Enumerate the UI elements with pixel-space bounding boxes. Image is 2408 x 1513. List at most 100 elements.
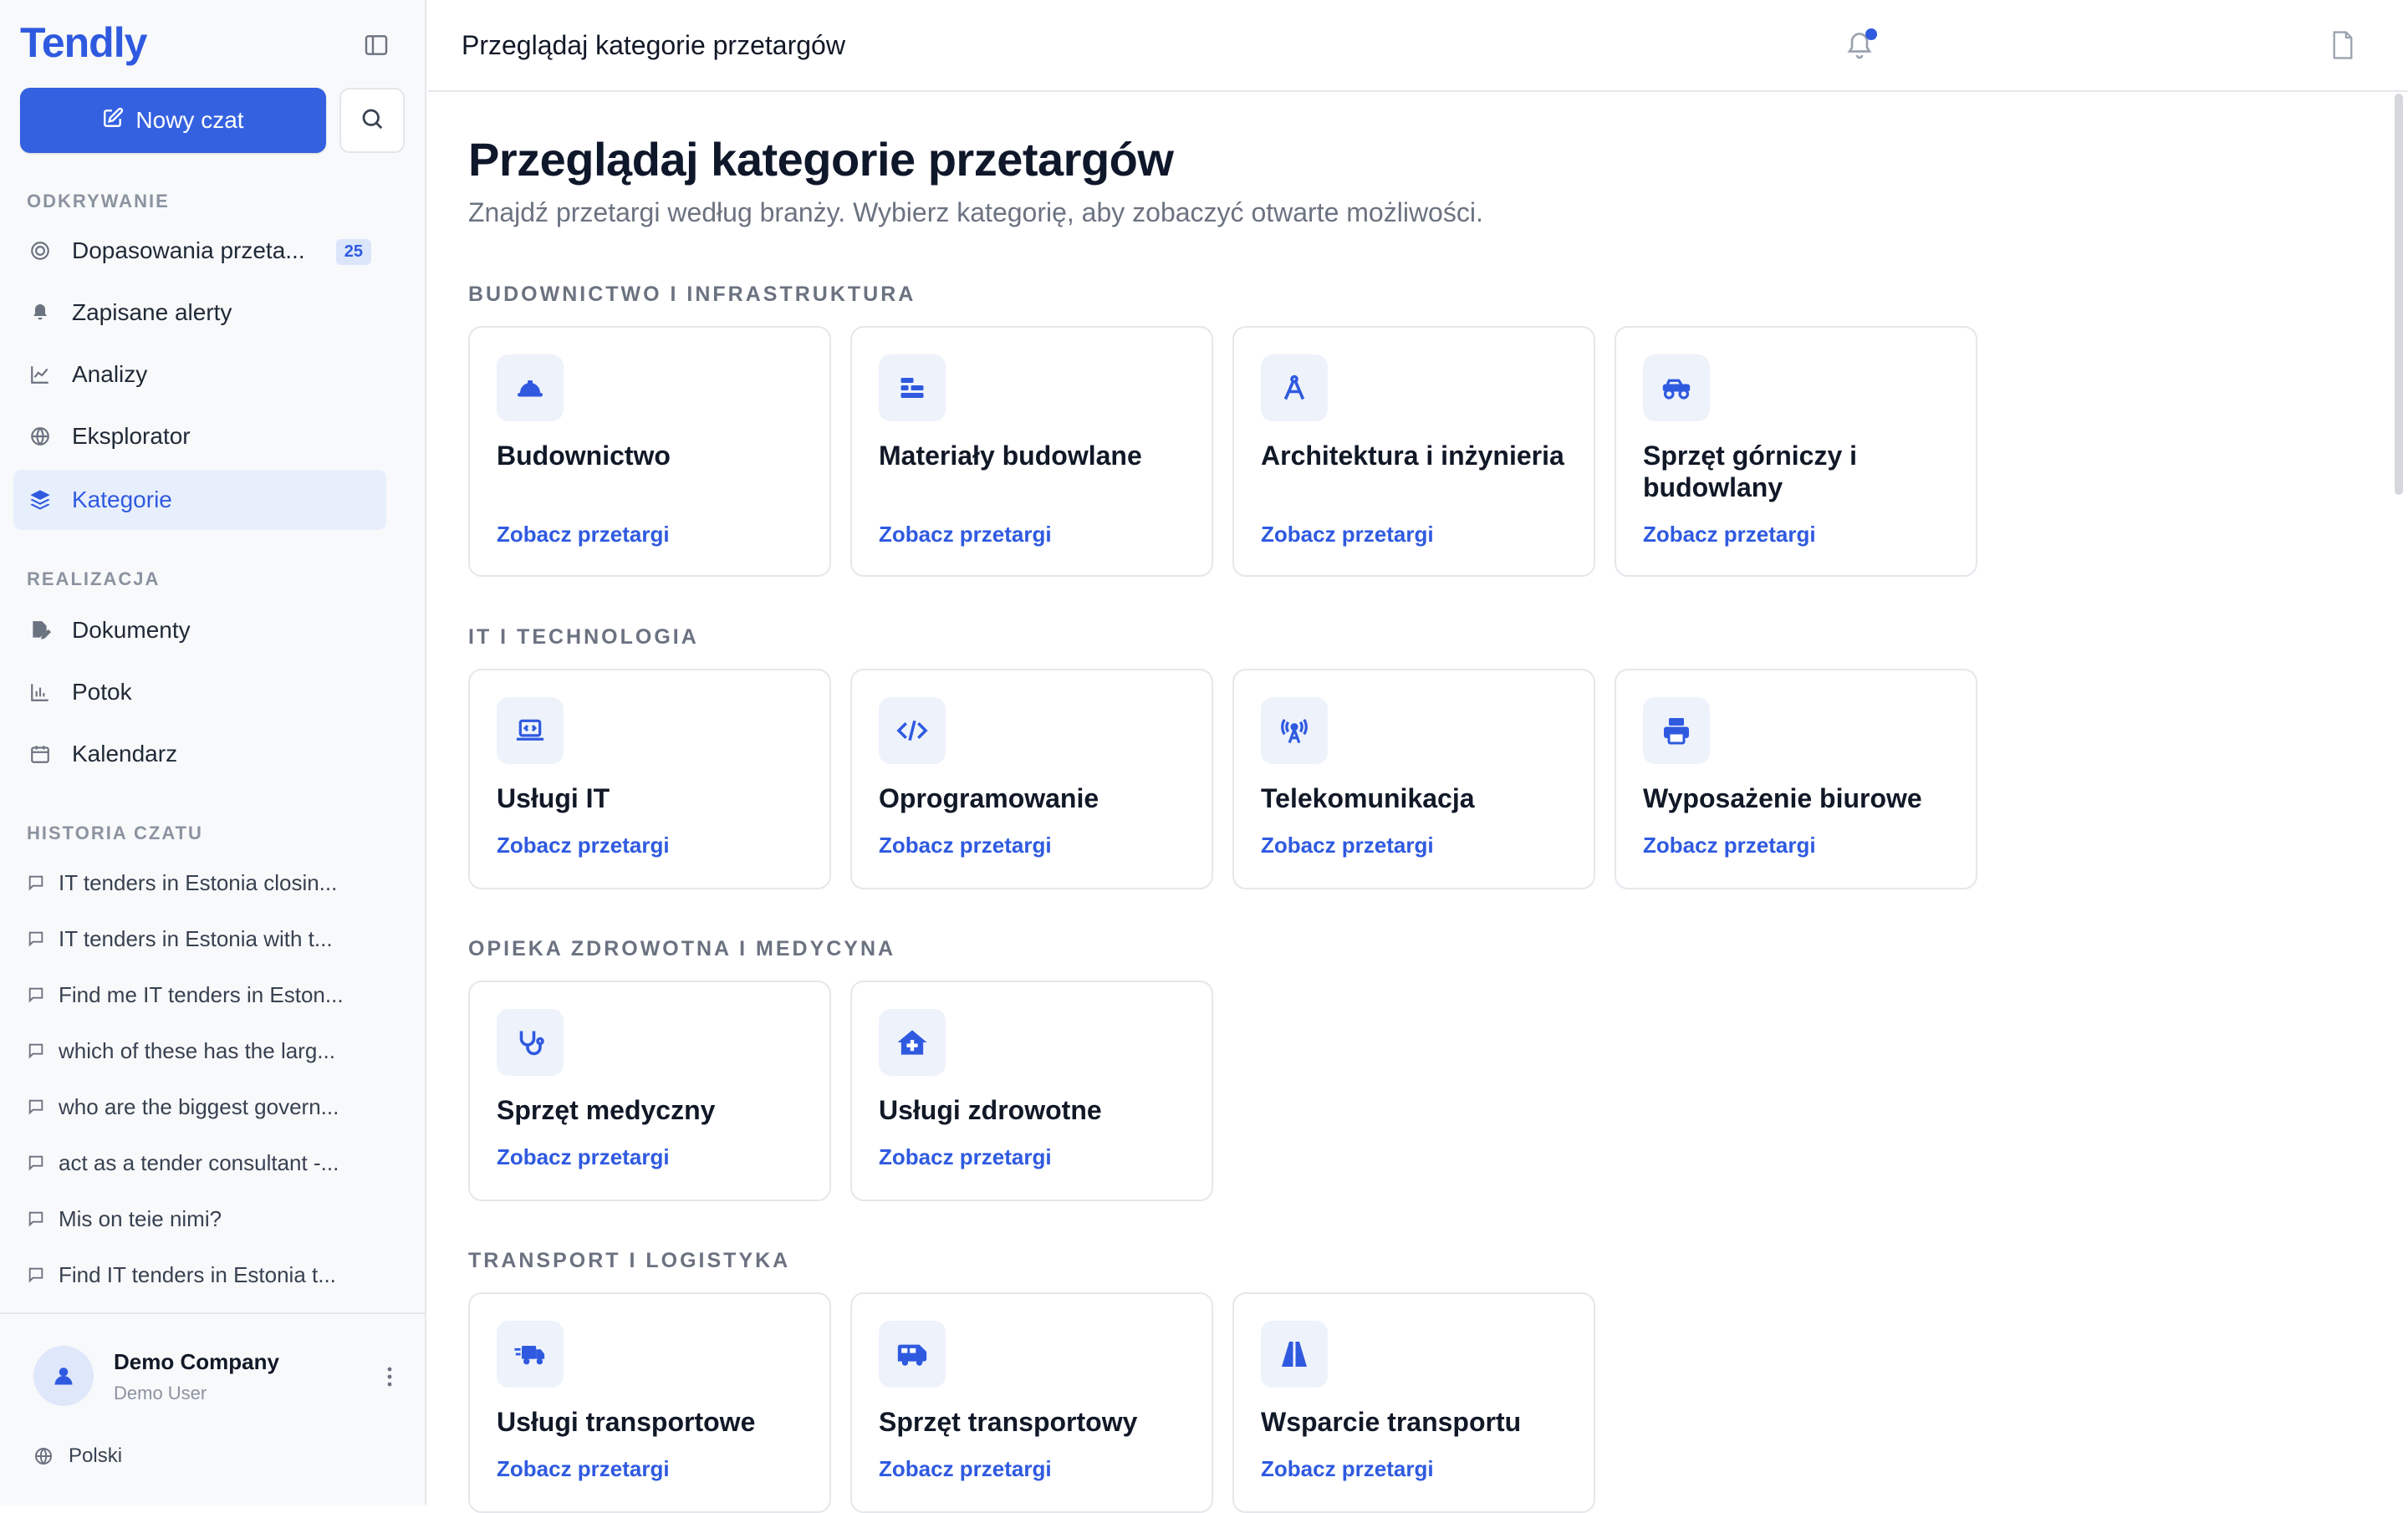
layers-icon	[28, 488, 52, 512]
chat-history-title: Find IT tenders in Estonia t...	[59, 1261, 336, 1287]
van-icon	[879, 1321, 946, 1388]
edit-icon	[102, 107, 124, 135]
stethoscope-icon	[497, 1009, 564, 1076]
category-card-transport-services[interactable]: Usługi transportowe Zobacz przetargi	[468, 1292, 831, 1513]
view-tenders-link[interactable]: Zobacz przetargi	[497, 522, 670, 548]
sidebar-item-saved-alerts[interactable]: Zapisane alerty	[13, 283, 386, 343]
sidebar-item-documents[interactable]: Dokumenty	[13, 600, 386, 660]
sidebar-item-label: Eksplorator	[72, 423, 191, 449]
category-card-medical-equipment[interactable]: Sprzęt medyczny Zobacz przetargi	[468, 981, 831, 1201]
message-icon	[28, 1043, 43, 1059]
category-card-office-equipment[interactable]: Wyposażenie biurowe Zobacz przetargi	[1615, 669, 1977, 889]
message-icon	[28, 1267, 43, 1283]
chat-history-item[interactable]: which of these has the larg...	[27, 1031, 378, 1071]
category-card-telecom[interactable]: Telekomunikacja Zobacz przetargi	[1232, 669, 1595, 889]
calendar-icon	[28, 742, 52, 766]
main-scrollbar[interactable]	[2395, 94, 2403, 495]
view-tenders-link[interactable]: Zobacz przetargi	[497, 1144, 670, 1170]
sidebar-item-label: Dopasowania przeta...	[72, 237, 305, 263]
chat-history-title: act as a tender consultant -...	[59, 1149, 339, 1175]
top-bar: Przeglądaj kategorie przetargów	[428, 0, 2408, 92]
category-heading: TRANSPORT I LOGISTYKA	[468, 1249, 791, 1272]
chat-history-item[interactable]: IT tenders in Estonia closin...	[27, 863, 378, 903]
new-chat-button[interactable]: Nowy czat	[20, 88, 326, 153]
globe-icon	[28, 425, 52, 448]
app-logo[interactable]: Tendly	[20, 18, 147, 67]
message-icon	[28, 1211, 43, 1227]
view-tenders-link[interactable]: Zobacz przetargi	[497, 1456, 670, 1482]
view-tenders-link[interactable]: Zobacz przetargi	[879, 1144, 1052, 1170]
code-icon	[879, 697, 946, 764]
category-heading: BUDOWNICTWO I INFRASTRUKTURA	[468, 283, 916, 306]
company-name: Demo Company	[114, 1349, 279, 1374]
message-icon	[28, 1155, 43, 1171]
category-card-software[interactable]: Oprogramowanie Zobacz przetargi	[850, 669, 1213, 889]
view-tenders-link[interactable]: Zobacz przetargi	[879, 833, 1052, 858]
section-label-discover: ODKRYWANIE	[27, 191, 170, 211]
chat-history-item[interactable]: Mis on teie nimi?	[27, 1199, 378, 1239]
sidebar-item-label: Potok	[72, 679, 132, 705]
view-tenders-link[interactable]: Zobacz przetargi	[1261, 1456, 1434, 1482]
sidebar-item-analytics[interactable]: Analizy	[13, 344, 386, 405]
chat-history-item[interactable]: IT tenders in Estonia with t...	[27, 919, 378, 959]
category-card-health-services[interactable]: Usługi zdrowotne Zobacz przetargi	[850, 981, 1213, 1201]
more-options-icon[interactable]	[380, 1364, 400, 1389]
hard-hat-icon	[497, 354, 564, 421]
view-tenders-link[interactable]: Zobacz przetargi	[1643, 522, 1816, 548]
language-selector[interactable]: Polski	[33, 1444, 122, 1468]
category-card-construction[interactable]: Budownictwo Zobacz przetargi	[468, 326, 831, 577]
sidebar-footer-divider	[0, 1312, 425, 1314]
message-icon	[28, 1099, 43, 1115]
category-card-transport-support[interactable]: Wsparcie transportu Zobacz przetargi	[1232, 1292, 1595, 1513]
sidebar-item-matches[interactable]: Dopasowania przeta... 25	[13, 221, 386, 281]
sidebar-item-label: Dokumenty	[72, 617, 191, 643]
chat-history-item[interactable]: Find me IT tenders in Eston...	[27, 975, 378, 1015]
sidebar-item-pipeline[interactable]: Potok	[13, 662, 386, 722]
avatar[interactable]	[33, 1346, 94, 1406]
notification-dot	[1865, 28, 1877, 40]
category-card-architecture[interactable]: Architektura i inżynieria Zobacz przetar…	[1232, 326, 1595, 577]
truck-monster-icon	[1643, 354, 1710, 421]
chat-history-item[interactable]: act as a tender consultant -...	[27, 1143, 378, 1183]
search-button[interactable]	[339, 88, 405, 153]
document-icon[interactable]	[2329, 30, 2356, 60]
category-name: Usługi transportowe	[497, 1407, 756, 1437]
category-name: Usługi IT	[497, 783, 610, 813]
view-tenders-link[interactable]: Zobacz przetargi	[1261, 833, 1434, 858]
category-heading: OPIEKA ZDROWOTNA I MEDYCYNA	[468, 937, 896, 960]
category-card-building-materials[interactable]: Materiały budowlane Zobacz przetargi	[850, 326, 1213, 577]
sidebar-item-categories[interactable]: Kategorie	[13, 470, 386, 530]
message-icon	[28, 931, 43, 947]
printer-icon	[1643, 697, 1710, 764]
chat-history-item[interactable]: who are the biggest govern...	[27, 1087, 378, 1127]
laptop-code-icon	[497, 697, 564, 764]
chat-history-title: who are the biggest govern...	[59, 1093, 339, 1119]
sidebar-item-label: Kategorie	[72, 487, 172, 512]
category-card-it-services[interactable]: Usługi IT Zobacz przetargi	[468, 669, 831, 889]
sidebar-item-label: Kalendarz	[72, 741, 178, 767]
category-name: Wsparcie transportu	[1261, 1407, 1522, 1437]
category-name: Materiały budowlane	[879, 441, 1142, 471]
sidebar-toggle-icon[interactable]	[363, 32, 390, 59]
target-icon	[28, 239, 52, 262]
page-subtitle: Znajdź przetargi według branży. Wybierz …	[468, 197, 1483, 227]
category-name: Oprogramowanie	[879, 783, 1099, 813]
view-tenders-link[interactable]: Zobacz przetargi	[1643, 833, 1816, 858]
view-tenders-link[interactable]: Zobacz przetargi	[1261, 522, 1434, 548]
view-tenders-link[interactable]: Zobacz przetargi	[497, 833, 670, 858]
tower-broadcast-icon	[1261, 697, 1328, 764]
category-card-mining-equipment[interactable]: Sprzęt górniczy i budowlany Zobacz przet…	[1615, 326, 1977, 577]
user-icon	[54, 1368, 73, 1385]
sidebar-item-explorer[interactable]: Eksplorator	[13, 406, 386, 466]
chat-history-title: which of these has the larg...	[59, 1037, 335, 1063]
sidebar: Tendly Nowy czat ODKRYWANIE Dopasowania …	[0, 0, 426, 1505]
view-tenders-link[interactable]: Zobacz przetargi	[879, 522, 1052, 548]
chat-history-item[interactable]: Find IT tenders in Estonia t...	[27, 1255, 378, 1295]
category-card-transport-equipment[interactable]: Sprzęt transportowy Zobacz przetargi	[850, 1292, 1213, 1513]
sidebar-item-calendar[interactable]: Kalendarz	[13, 724, 386, 784]
view-tenders-link[interactable]: Zobacz przetargi	[879, 1456, 1052, 1482]
category-name: Telekomunikacja	[1261, 783, 1475, 813]
bell-icon	[28, 301, 52, 324]
file-edit-icon	[28, 619, 52, 642]
language-label: Polski	[69, 1444, 123, 1467]
